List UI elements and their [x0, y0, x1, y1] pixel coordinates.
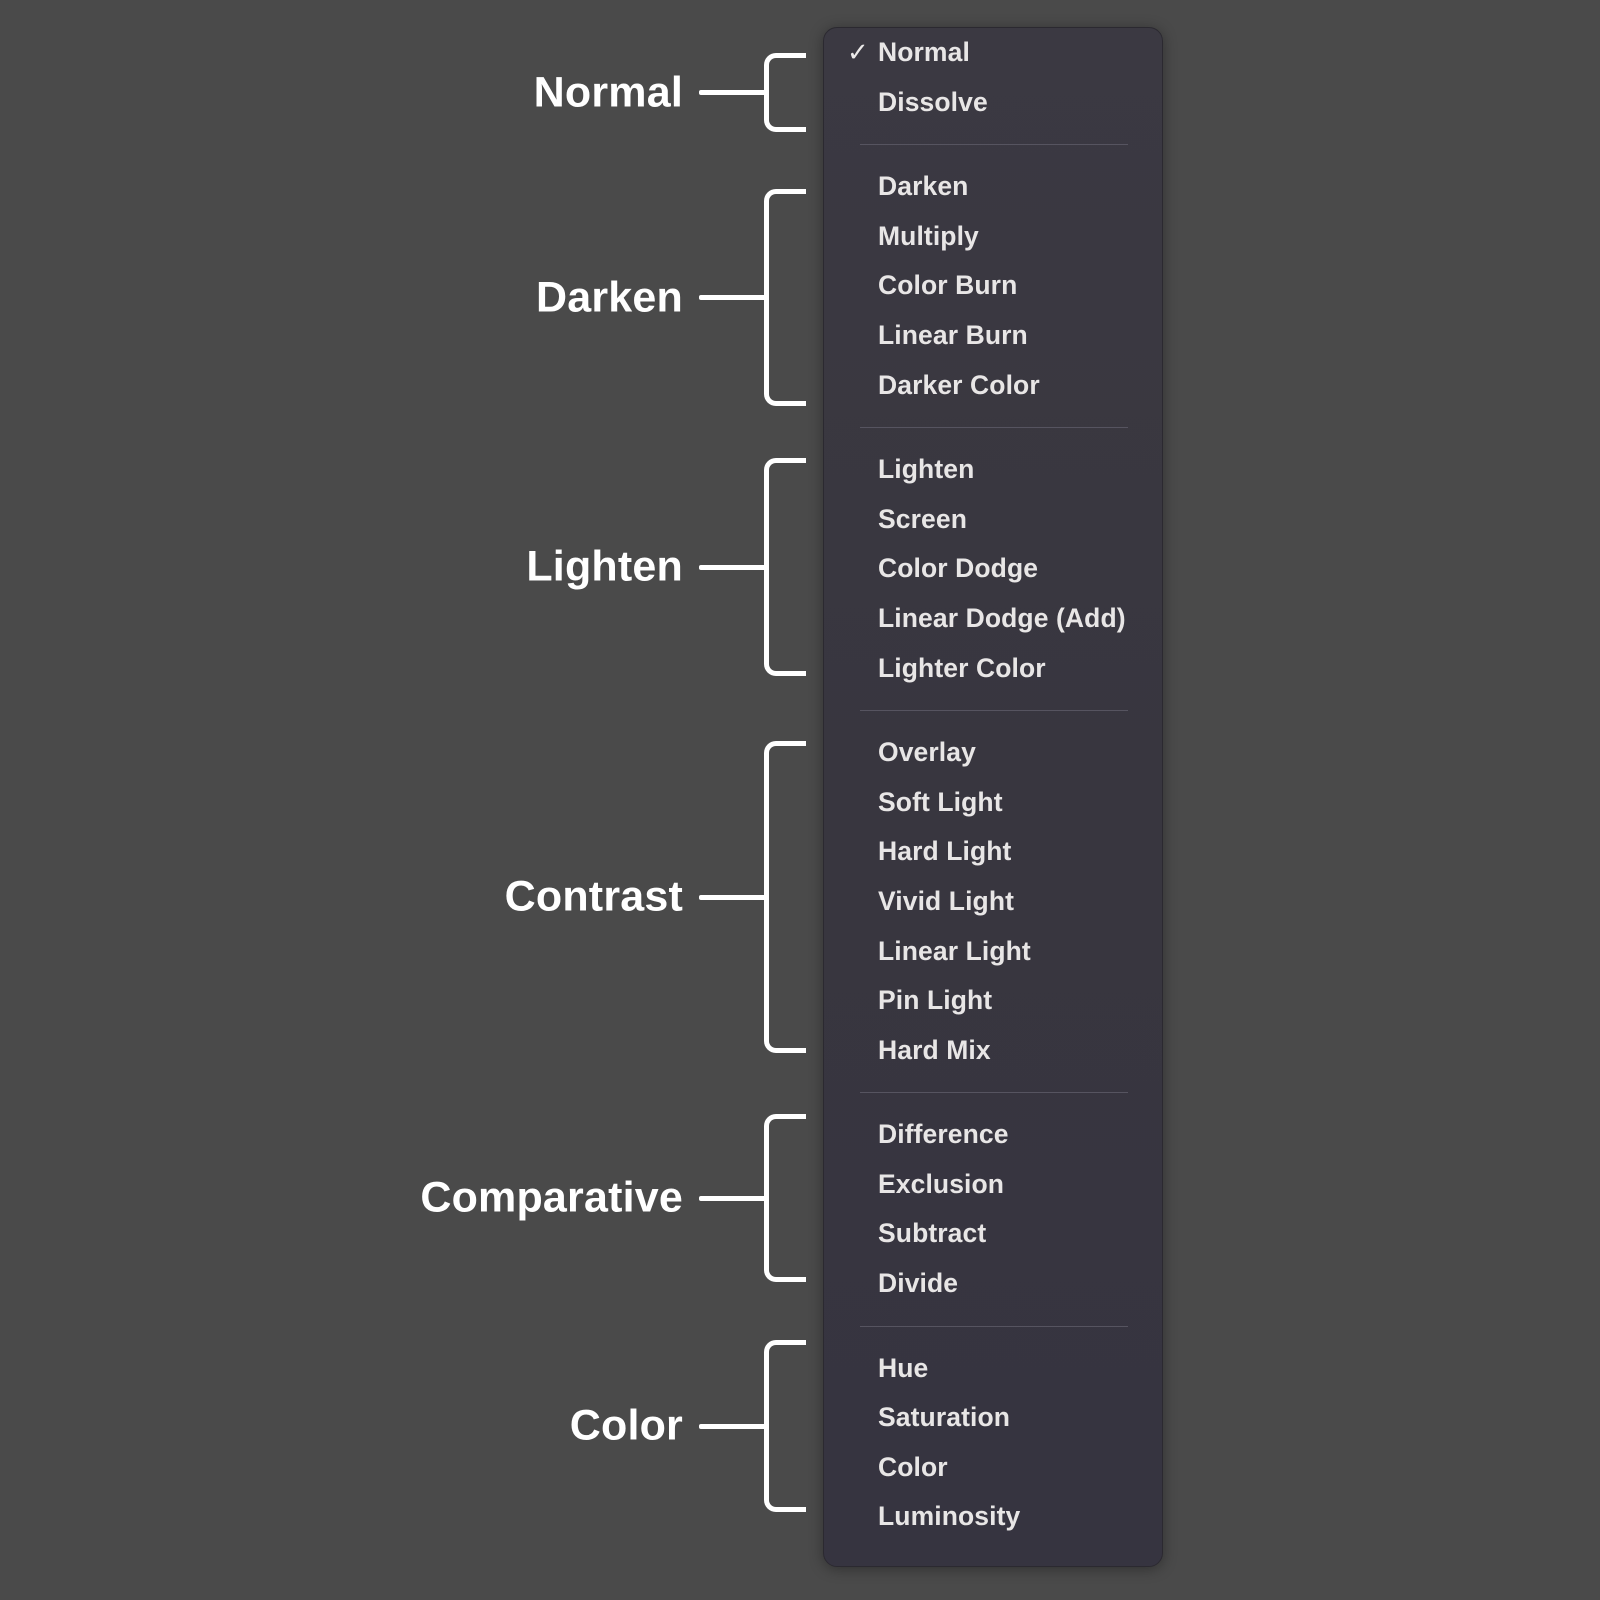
- menu-item-label: Hard Light: [878, 836, 1012, 867]
- group-bracket: [764, 458, 806, 676]
- group-connector-line: [699, 90, 769, 95]
- menu-item-label: Hue: [878, 1352, 929, 1383]
- menu-group-contrast: ✓Overlay✓Soft Light✓Hard Light✓Vivid Lig…: [824, 728, 1162, 1075]
- menu-item-hard-light[interactable]: ✓Hard Light: [824, 827, 1162, 877]
- menu-item-darken[interactable]: ✓Darken: [824, 162, 1162, 212]
- menu-item-color-burn[interactable]: ✓Color Burn: [824, 261, 1162, 311]
- menu-separator: [860, 144, 1128, 146]
- menu-item-pin-light[interactable]: ✓Pin Light: [824, 976, 1162, 1026]
- menu-group-comparative: ✓Difference✓Exclusion✓Subtract✓Divide: [824, 1110, 1162, 1308]
- menu-item-label: Exclusion: [878, 1168, 1005, 1199]
- menu-item-label: Color Burn: [878, 270, 1018, 301]
- menu-separator: [860, 1092, 1128, 1094]
- menu-item-label: Darker Color: [878, 369, 1040, 400]
- menu-item-vivid-light[interactable]: ✓Vivid Light: [824, 877, 1162, 927]
- group-bracket: [764, 189, 806, 406]
- menu-group-darken: ✓Darken✓Multiply✓Color Burn✓Linear Burn✓…: [824, 162, 1162, 410]
- menu-item-label: Color: [878, 1451, 948, 1482]
- menu-item-label: Lighten: [878, 454, 975, 485]
- menu-item-label: Divide: [878, 1268, 959, 1299]
- menu-item-dissolve[interactable]: ✓Dissolve: [824, 78, 1162, 128]
- menu-item-label: Difference: [878, 1119, 1009, 1150]
- menu-item-hard-mix[interactable]: ✓Hard Mix: [824, 1026, 1162, 1076]
- menu-separator: [860, 427, 1128, 429]
- menu-item-label: Vivid Light: [878, 885, 1015, 916]
- group-label-comparative: Comparative: [420, 1173, 683, 1222]
- menu-item-label: Normal: [878, 37, 970, 67]
- menu-group-lighten: ✓Lighten✓Screen✓Color Dodge✓Linear Dodge…: [824, 445, 1162, 693]
- menu-item-label: Lighter Color: [878, 652, 1046, 683]
- annotated-blend-mode-menu-diagram: Normal Darken Lighten Contrast Comparative Co…: [0, 0, 1600, 1600]
- menu-item-difference[interactable]: ✓Difference: [824, 1110, 1162, 1160]
- menu-item-linear-light[interactable]: ✓Linear Light: [824, 927, 1162, 977]
- menu-item-subtract[interactable]: ✓Subtract: [824, 1209, 1162, 1259]
- group-label-contrast: Contrast: [504, 872, 683, 921]
- menu-separator: [860, 1325, 1128, 1327]
- group-bracket: [764, 1114, 806, 1282]
- menu-item-label: Multiply: [878, 220, 979, 251]
- menu-item-hue[interactable]: ✓Hue: [824, 1344, 1162, 1394]
- group-label-darken: Darken: [536, 273, 683, 321]
- blending-mode-menu-list: ✓ Normal ✓Dissolve ✓Darken✓Multiply✓Color B…: [824, 28, 1162, 1542]
- group-connector-line: [699, 1195, 769, 1201]
- menu-item-label: Screen: [878, 503, 967, 534]
- menu-item-label: Subtract: [878, 1218, 987, 1249]
- menu-separator: [860, 710, 1128, 712]
- menu-item-lighter-color[interactable]: ✓Lighter Color: [824, 644, 1162, 694]
- group-bracket: [764, 1340, 806, 1512]
- menu-item-lighten[interactable]: ✓Lighten: [824, 445, 1162, 495]
- menu-item-overlay[interactable]: ✓Overlay: [824, 728, 1162, 778]
- menu-group-normal: ✓ Normal ✓Dissolve: [824, 28, 1162, 127]
- menu-item-label: Darken: [878, 171, 969, 202]
- menu-item-label: Saturation: [878, 1402, 1011, 1433]
- menu-item-multiply[interactable]: ✓Multiply: [824, 212, 1162, 262]
- menu-item-label: Luminosity: [878, 1501, 1021, 1532]
- group-label-color: Color: [569, 1401, 683, 1450]
- group-connector-line: [699, 894, 769, 900]
- menu-item-soft-light[interactable]: ✓Soft Light: [824, 778, 1162, 828]
- menu-item-label: Hard Mix: [878, 1034, 991, 1065]
- group-label-normal: Normal: [533, 68, 683, 116]
- blending-mode-menu-panel[interactable]: ✓ Normal ✓Dissolve ✓Darken✓Multiply✓Color B…: [823, 27, 1163, 1567]
- menu-item-divide[interactable]: ✓Divide: [824, 1259, 1162, 1309]
- menu-item-label: Linear Light: [878, 935, 1031, 966]
- menu-item-luminosity[interactable]: ✓Luminosity: [824, 1492, 1162, 1542]
- menu-item-color-dodge[interactable]: ✓Color Dodge: [824, 544, 1162, 594]
- menu-item-label: Soft Light: [878, 786, 1003, 817]
- menu-item-color[interactable]: ✓Color: [824, 1443, 1162, 1493]
- group-connector-line: [699, 1423, 769, 1429]
- menu-item-label: Dissolve: [878, 86, 988, 117]
- group-connector-line: [699, 295, 769, 300]
- menu-item-normal[interactable]: ✓ Normal: [824, 28, 1162, 78]
- menu-item-exclusion[interactable]: ✓Exclusion: [824, 1160, 1162, 1210]
- menu-item-label: Overlay: [878, 737, 976, 768]
- menu-item-label: Linear Dodge (Add): [878, 602, 1126, 633]
- group-bracket: [764, 741, 806, 1053]
- menu-item-label: Pin Light: [878, 985, 993, 1016]
- menu-item-label: Color Dodge: [878, 553, 1039, 584]
- menu-item-darker-color[interactable]: ✓Darker Color: [824, 361, 1162, 411]
- menu-item-screen[interactable]: ✓Screen: [824, 495, 1162, 545]
- menu-item-label: Linear Burn: [878, 319, 1028, 350]
- menu-item-linear-burn[interactable]: ✓Linear Burn: [824, 311, 1162, 361]
- group-label-lighten: Lighten: [526, 542, 683, 591]
- menu-item-saturation[interactable]: ✓Saturation: [824, 1393, 1162, 1443]
- group-connector-line: [699, 564, 769, 570]
- check-icon: ✓: [847, 37, 869, 67]
- menu-item-linear-dodge-add[interactable]: ✓Linear Dodge (Add): [824, 594, 1162, 644]
- menu-group-color: ✓Hue✓Saturation✓Color✓Luminosity: [824, 1344, 1162, 1542]
- group-bracket: [764, 53, 806, 132]
